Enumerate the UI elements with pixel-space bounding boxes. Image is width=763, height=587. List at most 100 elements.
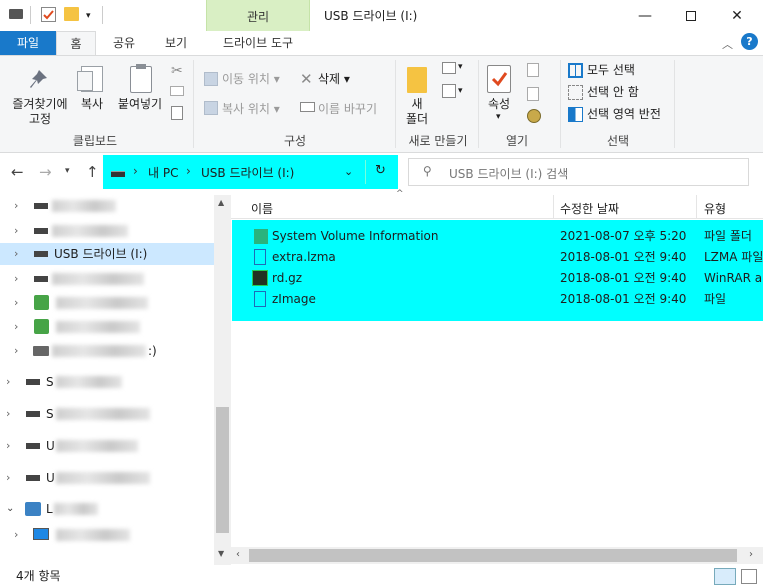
refresh-icon[interactable]: ↻ xyxy=(375,163,386,178)
chevron-right-icon[interactable]: › xyxy=(14,220,18,242)
new-item-icon[interactable] xyxy=(442,62,456,74)
file-type: WinRAR ar xyxy=(704,271,763,285)
file-row[interactable]: extra.lzma 2018-08-01 오전 9:40 LZMA 파일 xyxy=(232,247,763,268)
tab-drive-tools[interactable]: 드라이브 도구 xyxy=(206,31,310,55)
tree-item[interactable]: › U xyxy=(0,435,214,457)
maximize-button[interactable] xyxy=(668,0,714,31)
new-group-label: 새로 만들기 xyxy=(408,134,468,148)
recent-locations-icon[interactable]: ▾ xyxy=(65,166,70,176)
breadcrumb-pc[interactable]: 내 PC xyxy=(148,164,178,181)
search-box[interactable]: ⚲ USB 드라이브 (I:) 검색 xyxy=(408,158,749,186)
minimize-button[interactable]: — xyxy=(622,0,668,31)
paste-button[interactable]: 붙여넣기 xyxy=(112,97,168,112)
tree-item[interactable]: › xyxy=(0,316,214,338)
tab-share[interactable]: 공유 xyxy=(104,31,144,55)
tree-item[interactable]: › xyxy=(0,268,214,290)
copy-path-icon[interactable] xyxy=(170,86,184,96)
tree-item-label-partial: S xyxy=(46,407,54,421)
chevron-right-icon[interactable]: › xyxy=(14,316,18,338)
network-drive-icon xyxy=(34,295,49,310)
organize-group-label: 구성 xyxy=(283,134,307,148)
invert-selection-button[interactable]: 선택 영역 반전 xyxy=(587,106,661,122)
chevron-right-icon[interactable]: › xyxy=(6,467,10,489)
customize-quick-access-icon[interactable]: ▾ xyxy=(86,11,91,21)
search-input[interactable]: USB 드라이브 (I:) 검색 xyxy=(449,165,568,182)
select-all-button[interactable]: 모두 선택 xyxy=(587,62,635,78)
context-tab-label: 관리 xyxy=(246,10,270,24)
tree-item[interactable]: › U xyxy=(0,467,214,489)
file-icon xyxy=(254,249,266,265)
column-header-date[interactable]: 수정한 날짜 xyxy=(560,200,619,217)
navigation-scrollbar[interactable]: ▲ ▼ xyxy=(214,195,231,565)
select-none-button[interactable]: 선택 안 함 xyxy=(587,84,639,100)
file-row[interactable]: zImage 2018-08-01 오전 9:40 파일 xyxy=(232,289,763,310)
tree-item[interactable]: › xyxy=(0,292,214,314)
history-icon[interactable] xyxy=(527,109,541,123)
forward-icon[interactable]: → xyxy=(39,163,52,181)
chevron-right-icon[interactable]: › xyxy=(14,292,18,314)
tab-view[interactable]: 보기 xyxy=(156,31,196,55)
scroll-left-icon[interactable]: ‹ xyxy=(236,549,240,560)
scroll-up-icon[interactable]: ▲ xyxy=(218,198,224,207)
new-folder-quick-icon[interactable] xyxy=(64,7,79,21)
pin-to-quick-access-button[interactable]: 즐겨찾기에 고정 xyxy=(5,97,75,127)
scroll-down-icon[interactable]: ▼ xyxy=(218,549,224,558)
select-none-icon xyxy=(568,85,583,100)
horizontal-scrollbar[interactable]: ‹ › xyxy=(231,547,763,564)
properties-quick-icon[interactable] xyxy=(41,7,56,22)
tab-home[interactable]: 홈 xyxy=(56,31,96,56)
copy-button[interactable]: 복사 xyxy=(74,97,110,112)
tab-file[interactable]: 파일 xyxy=(0,31,56,55)
tree-item[interactable]: › S xyxy=(0,371,214,393)
address-bar[interactable]: › 내 PC › USB 드라이브 (I:) ⌄ ↻ xyxy=(103,155,398,189)
edit-icon[interactable] xyxy=(527,87,539,101)
back-icon[interactable]: ← xyxy=(11,163,24,181)
file-icon xyxy=(254,291,266,307)
paste-shortcut-icon[interactable] xyxy=(171,106,183,120)
file-row[interactable]: System Volume Information 2021-08-07 오후 … xyxy=(232,226,763,247)
details-view-icon[interactable] xyxy=(714,568,736,585)
close-button[interactable]: ✕ xyxy=(714,0,760,31)
tree-item[interactable]: › xyxy=(0,220,214,242)
redacted-label xyxy=(56,529,130,541)
copy-to-button[interactable]: 복사 위치 ▾ xyxy=(222,101,280,117)
chevron-right-icon[interactable]: › xyxy=(14,524,18,546)
column-header-name[interactable]: 이름 xyxy=(251,200,273,217)
collapse-ribbon-icon[interactable]: ︿ xyxy=(722,36,733,52)
tree-item-label-partial: S xyxy=(46,375,54,389)
file-row[interactable]: rd.gz 2018-08-01 오전 9:40 WinRAR ar xyxy=(232,268,763,289)
tree-item[interactable]: › xyxy=(0,195,214,217)
open-icon[interactable] xyxy=(527,63,539,77)
tree-item[interactable]: › xyxy=(0,524,214,546)
new-folder-button[interactable]: 새 폴더 xyxy=(398,97,436,127)
column-header-type[interactable]: 유형 xyxy=(704,200,726,217)
large-icons-view-icon[interactable] xyxy=(741,569,757,584)
cut-icon[interactable]: ✂ xyxy=(171,63,183,79)
chevron-right-icon[interactable]: › xyxy=(14,268,18,290)
rename-button[interactable]: 이름 바꾸기 xyxy=(318,101,377,117)
scroll-right-icon[interactable]: › xyxy=(749,549,753,560)
chevron-right-icon[interactable]: › xyxy=(14,243,18,265)
scrollbar-thumb[interactable] xyxy=(216,407,229,533)
scrollbar-thumb[interactable] xyxy=(249,549,737,562)
up-icon[interactable]: ↑ xyxy=(86,163,99,181)
chevron-down-icon[interactable]: ⌄ xyxy=(344,165,353,178)
chevron-right-icon[interactable]: › xyxy=(6,435,10,457)
network-drive-icon xyxy=(34,319,49,334)
properties-button[interactable]: 속성 xyxy=(480,97,518,112)
chevron-right-icon[interactable]: › xyxy=(6,403,10,425)
tree-item[interactable]: › S xyxy=(0,403,214,425)
move-to-label: 이동 위치 xyxy=(222,72,270,86)
chevron-down-icon[interactable]: ⌄ xyxy=(6,498,14,520)
easy-access-icon[interactable] xyxy=(442,84,456,98)
chevron-right-icon[interactable]: › xyxy=(6,371,10,393)
tree-item-network[interactable]: ⌄ L xyxy=(0,498,214,520)
move-to-button[interactable]: 이동 위치 ▾ xyxy=(222,71,280,87)
delete-button[interactable]: 삭제 ▾ xyxy=(318,71,350,87)
chevron-right-icon[interactable]: › xyxy=(14,195,18,217)
chevron-right-icon[interactable]: › xyxy=(14,340,18,362)
help-icon[interactable]: ? xyxy=(741,33,758,50)
tree-item-usb-drive[interactable]: › USB 드라이브 (I:) xyxy=(0,243,214,265)
breadcrumb-drive[interactable]: USB 드라이브 (I:) xyxy=(201,164,294,181)
tree-item[interactable]: › :) xyxy=(0,340,214,362)
